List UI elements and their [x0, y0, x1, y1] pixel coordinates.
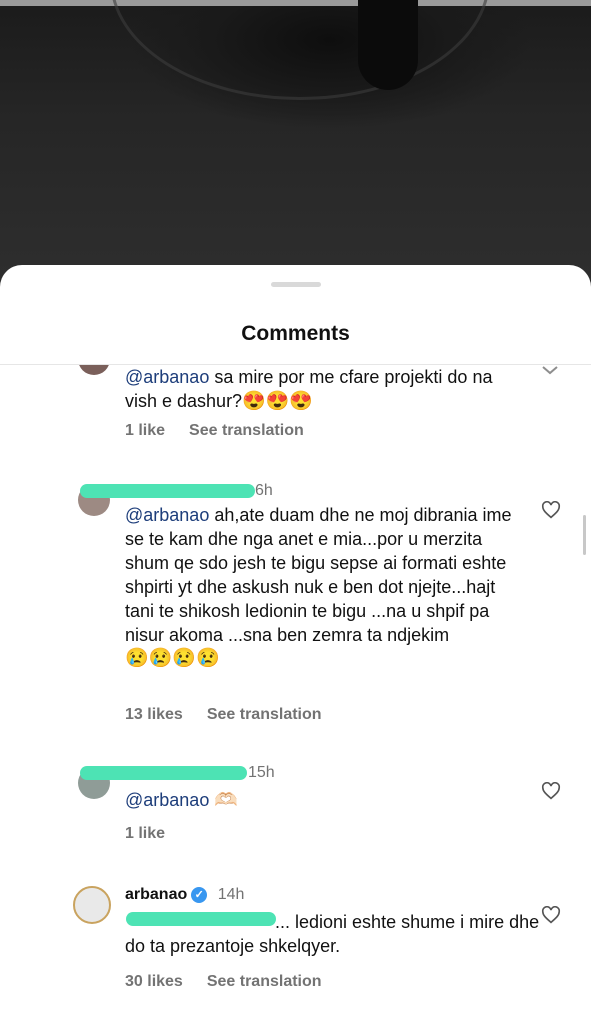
redacted-username — [80, 766, 247, 780]
timestamp: 15h — [248, 764, 275, 781]
mention-link[interactable]: @arbanao — [125, 505, 209, 525]
background-photo — [0, 0, 591, 300]
comment-text: @arbanao sa mire por me cfare projekti d… — [125, 365, 525, 414]
heart-outline-icon[interactable] — [541, 501, 561, 519]
comment-meta: 1 like — [125, 825, 165, 843]
see-translation-link[interactable]: See translation — [207, 973, 322, 990]
verified-badge-icon: ✓ — [191, 887, 208, 903]
emoji: 😍😍😍 — [242, 391, 314, 412]
emoji: 🫶🏻 — [214, 790, 239, 811]
username-text: arbanao — [125, 886, 188, 903]
photo-object — [358, 0, 418, 90]
comment-meta: 1 like See translation — [125, 422, 304, 440]
likes-count[interactable]: 1 like — [125, 422, 165, 439]
sheet-title: Comments — [241, 322, 350, 345]
comment-item: 15h @arbanao 🫶🏻 1 like — [0, 763, 591, 863]
comment-text: @arbanao 🫶🏻 — [125, 788, 525, 813]
comment-text: @arbanao ah,ate duam dhe ne moj dibrania… — [125, 503, 525, 671]
mention-link[interactable]: @arbanao — [125, 367, 209, 387]
comments-sheet: Comments @arbanao sa mire por me cfare p… — [0, 265, 591, 1024]
comment-meta: 13 likes See translation — [125, 706, 322, 724]
emoji: 😢😢😢😢 — [125, 648, 220, 669]
chevron-down-icon[interactable] — [541, 365, 559, 375]
comments-list[interactable]: @arbanao sa mire por me cfare projekti d… — [0, 365, 591, 1024]
sheet-grabber[interactable] — [271, 282, 321, 287]
username[interactable]: arbanao ✓ 14h — [125, 886, 244, 904]
comment-meta: 30 likes See translation — [125, 973, 322, 991]
avatar[interactable] — [78, 365, 110, 375]
comment-item: arbanao ✓ 14h ... ledioni eshte shume i m… — [0, 884, 591, 1024]
comment-item: 6h @arbanao ah,ate duam dhe ne moj dibra… — [0, 480, 591, 730]
avatar[interactable] — [73, 886, 111, 924]
comment-body: ... ledioni eshte shume i mire dhe do ta… — [125, 912, 540, 956]
comment-body: ah,ate duam dhe ne moj dibrania ime se t… — [125, 505, 512, 645]
mention-link[interactable]: @arbanao — [125, 790, 209, 810]
heart-outline-icon[interactable] — [541, 782, 561, 800]
see-translation-link[interactable]: See translation — [207, 706, 322, 723]
likes-count[interactable]: 30 likes — [125, 973, 183, 990]
photo-arc — [110, 0, 490, 100]
comment-item: @arbanao sa mire por me cfare projekti d… — [0, 365, 591, 465]
timestamp: 6h — [255, 482, 273, 499]
comment-text: ... ledioni eshte shume i mire dhe do ta… — [125, 910, 545, 958]
redacted-username — [80, 484, 255, 498]
see-translation-link[interactable]: See translation — [189, 422, 304, 439]
likes-count[interactable]: 1 like — [125, 825, 165, 842]
likes-count[interactable]: 13 likes — [125, 706, 183, 723]
timestamp: 14h — [217, 886, 245, 903]
